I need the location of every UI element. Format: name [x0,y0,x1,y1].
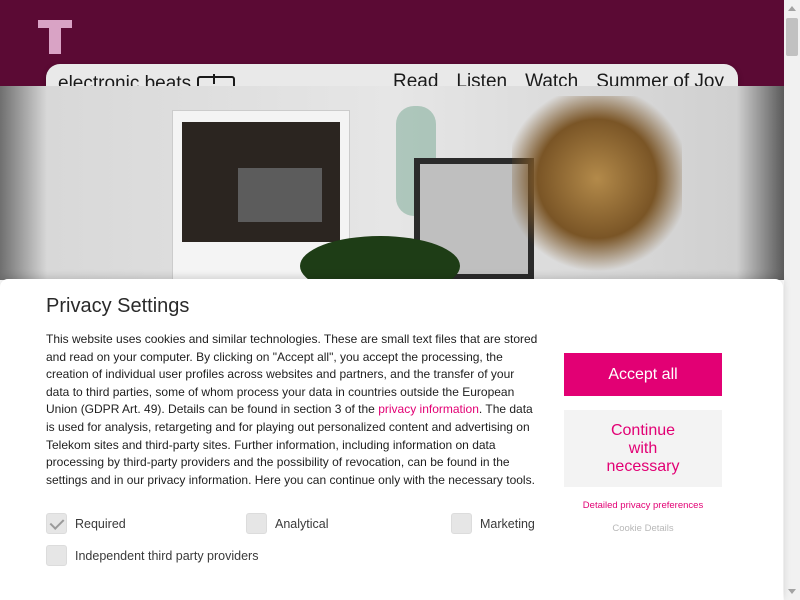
checkbox-analytical[interactable]: Analytical [246,513,329,534]
hero-image [0,86,784,280]
scroll-down-arrow-icon[interactable] [788,589,796,594]
checkbox-analytical-box[interactable] [246,513,267,534]
telekom-t-logo-icon[interactable] [38,14,72,54]
consent-checkboxes: Required Analytical Marketing Independen… [46,511,546,571]
privacy-information-link[interactable]: privacy information [378,402,479,416]
checkbox-marketing[interactable]: Marketing [451,513,535,534]
checkbox-marketing-box[interactable] [451,513,472,534]
detailed-privacy-preferences-link[interactable]: Detailed privacy preferences [564,500,722,511]
scroll-thumb[interactable] [786,18,798,56]
privacy-description: This website uses cookies and similar te… [46,331,538,489]
checkbox-third-party[interactable]: Independent third party providers [46,545,258,566]
checkbox-required-label: Required [75,516,126,531]
checkbox-analytical-label: Analytical [275,516,329,531]
checkbox-required[interactable]: Required [46,513,126,534]
cookie-details-link[interactable]: Cookie Details [564,523,722,534]
checkbox-marketing-label: Marketing [480,516,535,531]
accept-all-button[interactable]: Accept all [564,353,722,396]
continue-with-necessary-button[interactable]: Continue with necessary [564,410,722,487]
scroll-up-arrow-icon[interactable] [788,6,796,11]
checkbox-third-party-label: Independent third party providers [75,548,259,563]
checkbox-required-box[interactable] [46,513,67,534]
checkbox-third-party-box[interactable] [46,545,67,566]
privacy-settings-dialog: Privacy Settings This website uses cooki… [0,279,783,600]
page-scrollbar[interactable] [784,0,800,600]
privacy-title: Privacy Settings [46,295,190,317]
